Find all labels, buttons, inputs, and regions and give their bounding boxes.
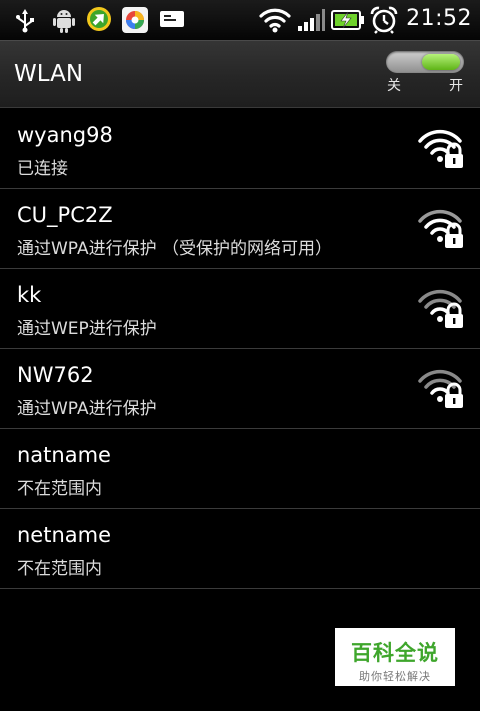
wlan-toggle[interactable]: [386, 51, 464, 73]
toggle-knob: [422, 54, 460, 70]
network-ssid: wyang98: [17, 123, 113, 147]
network-status: 不在范围内: [17, 479, 102, 499]
android-debug-icon: [53, 10, 75, 33]
wifi-lock-icon: [418, 209, 463, 248]
network-status: 通过WPA进行保护 （受保护的网络可用）: [17, 239, 333, 259]
cell-signal-icon: [298, 9, 325, 31]
wifi-signal-icon: [259, 8, 291, 33]
network-list: wyang98 已连接 CU_PC2Z 通过WPA进行保护 （受保护的网络可用）…: [0, 109, 480, 589]
network-status: 已连接: [17, 159, 68, 179]
message-icon: [160, 11, 184, 27]
status-bar: 21:52: [0, 0, 480, 40]
download-app-icon: [87, 7, 111, 31]
network-status: 通过WEP进行保护: [17, 319, 157, 339]
watermark-title: 百科全说: [351, 641, 439, 665]
clock-time: 21:52: [406, 6, 472, 31]
toggle-on-label: 开: [449, 78, 463, 94]
network-status: 不在范围内: [17, 559, 102, 579]
wifi-lock-icon: [418, 289, 463, 328]
network-status: 通过WPA进行保护: [17, 399, 157, 419]
usb-icon: [16, 9, 34, 33]
network-item[interactable]: CU_PC2Z 通过WPA进行保护 （受保护的网络可用）: [0, 189, 480, 269]
network-ssid: netname: [17, 523, 112, 547]
title-bar: WLAN: [0, 40, 480, 108]
alarm-clock-icon: [370, 6, 398, 34]
watermark-subtitle: 助你轻松解决: [359, 670, 431, 683]
battery-charging-icon: [331, 10, 364, 30]
network-item[interactable]: netname 不在范围内: [0, 509, 480, 589]
network-ssid: kk: [17, 283, 42, 307]
toggle-off-label: 关: [387, 78, 401, 94]
wifi-lock-icon: [418, 129, 463, 168]
page-title: WLAN: [14, 61, 84, 87]
gallery-app-icon: [122, 7, 148, 33]
network-ssid: natname: [17, 443, 111, 467]
network-item[interactable]: natname 不在范围内: [0, 429, 480, 509]
network-item[interactable]: kk 通过WEP进行保护: [0, 269, 480, 349]
network-item[interactable]: NW762 通过WPA进行保护: [0, 349, 480, 429]
network-ssid: CU_PC2Z: [17, 203, 113, 227]
wifi-lock-icon: [418, 369, 463, 408]
watermark-logo: 百科全说 助你轻松解决: [335, 628, 455, 686]
network-ssid: NW762: [17, 363, 94, 387]
network-item[interactable]: wyang98 已连接: [0, 109, 480, 189]
